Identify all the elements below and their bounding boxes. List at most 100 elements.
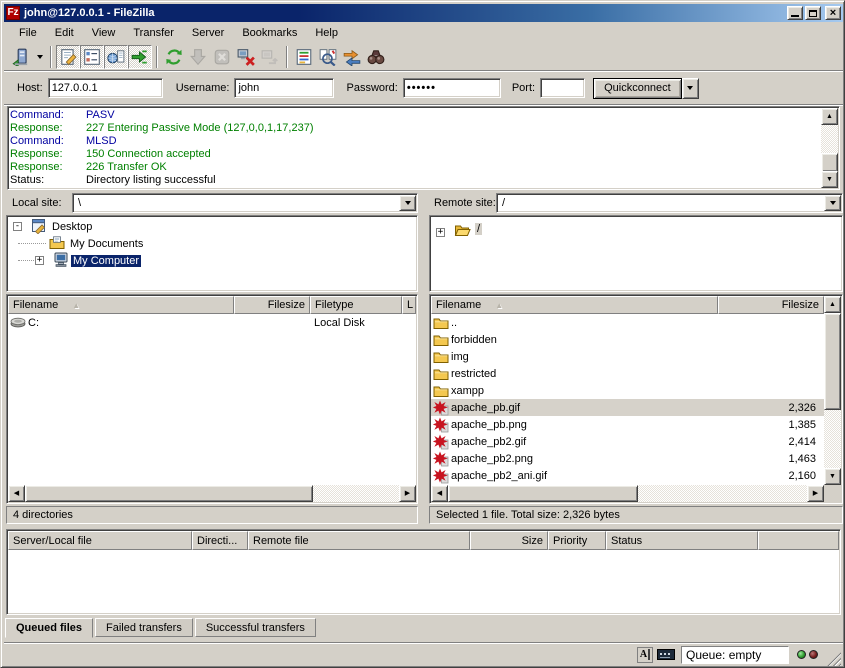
- file-row[interactable]: restricted: [431, 365, 824, 382]
- process-queue-button[interactable]: [186, 45, 210, 69]
- toggle-local-tree-button[interactable]: [80, 45, 104, 69]
- remote-v-scrollbar-thumb[interactable]: [824, 313, 841, 410]
- scroll-down-button[interactable]: ▼: [824, 468, 841, 485]
- file-row-c-drive[interactable]: C: Local Disk: [8, 314, 416, 331]
- scroll-right-button[interactable]: ▶: [399, 485, 416, 502]
- reconnect-icon: [261, 48, 279, 66]
- quickconnect-dropdown[interactable]: [682, 78, 699, 99]
- scroll-up-button[interactable]: ▲: [821, 108, 838, 125]
- file-row[interactable]: forbidden: [431, 331, 824, 348]
- column-header-size[interactable]: Size: [470, 531, 548, 550]
- close-button[interactable]: ×: [825, 6, 841, 20]
- find-files-button[interactable]: [364, 45, 388, 69]
- column-header-filename[interactable]: Filename▲: [8, 296, 234, 314]
- menu-server[interactable]: Server: [183, 25, 233, 41]
- column-header-filetype[interactable]: Filetype: [310, 296, 402, 314]
- column-header-server-local-file[interactable]: Server/Local file: [8, 531, 192, 550]
- scroll-right-button[interactable]: ▶: [807, 485, 824, 502]
- local-site-dropdown[interactable]: [399, 195, 416, 211]
- column-header-direction[interactable]: Directi...: [192, 531, 248, 550]
- log-label: Response:: [10, 161, 86, 174]
- tab-successful-transfers[interactable]: Successful transfers: [195, 618, 316, 637]
- password-input[interactable]: [403, 78, 501, 98]
- maximize-button[interactable]: [805, 6, 821, 20]
- resize-grip[interactable]: [827, 652, 841, 666]
- titlebar[interactable]: Fz john@127.0.0.1 - FileZilla ×: [4, 4, 843, 22]
- file-row[interactable]: apache_pb2.png1,463: [431, 450, 824, 467]
- log-label: Command:: [10, 135, 86, 148]
- scroll-up-button[interactable]: ▲: [824, 296, 841, 313]
- log-label: Response:: [10, 122, 86, 135]
- file-row[interactable]: apache_pb2.gif2,414: [431, 433, 824, 450]
- log-line: Response:227 Entering Passive Mode (127,…: [10, 122, 819, 135]
- maximize-icon: [809, 10, 817, 17]
- transfer-queue-icon: [131, 48, 149, 66]
- column-header-filename[interactable]: Filename▲: [431, 296, 718, 314]
- disconnect-button[interactable]: [234, 45, 258, 69]
- synchronized-browsing-button[interactable]: [340, 45, 364, 69]
- scroll-left-button[interactable]: ◀: [431, 485, 448, 502]
- remote-h-scrollbar-thumb[interactable]: [448, 485, 638, 502]
- scroll-down-button[interactable]: ▼: [821, 171, 838, 188]
- toggle-remote-tree-button[interactable]: [104, 45, 128, 69]
- log-scrollbar-thumb[interactable]: [821, 153, 838, 172]
- remote-h-scrollbar[interactable]: ◀ ▶: [431, 485, 824, 502]
- file-row[interactable]: img: [431, 348, 824, 365]
- directory-listing-filters-button[interactable]: [292, 45, 316, 69]
- menu-bookmarks[interactable]: Bookmarks: [233, 25, 306, 41]
- expand-expander[interactable]: +: [35, 256, 44, 265]
- tree-item-root[interactable]: + /: [430, 220, 842, 237]
- host-input[interactable]: [48, 78, 163, 98]
- column-header-priority[interactable]: Priority: [548, 531, 606, 550]
- tree-item-my-documents[interactable]: My Documents: [7, 235, 417, 252]
- column-header-status[interactable]: Status: [606, 531, 758, 550]
- scroll-up-icon: ▲: [826, 113, 833, 120]
- menu-view[interactable]: View: [83, 25, 125, 41]
- menu-edit[interactable]: Edit: [46, 25, 83, 41]
- column-header-filesize[interactable]: Filesize: [718, 296, 824, 314]
- tree-item-desktop[interactable]: - Desktop: [7, 218, 417, 235]
- menu-transfer[interactable]: Transfer: [124, 25, 183, 41]
- reconnect-button[interactable]: [258, 45, 282, 69]
- expand-expander[interactable]: +: [436, 228, 445, 237]
- file-row-selected[interactable]: apache_pb.gif2,326: [431, 399, 824, 416]
- refresh-button[interactable]: [162, 45, 186, 69]
- quickconnect-button[interactable]: Quickconnect: [593, 78, 682, 99]
- column-header-remote-file[interactable]: Remote file: [248, 531, 470, 550]
- file-name: forbidden: [451, 334, 718, 346]
- menu-help[interactable]: Help: [306, 25, 347, 41]
- remote-v-scrollbar[interactable]: ▲ ▼: [824, 296, 841, 485]
- tree-item-my-computer[interactable]: + My Computer: [7, 252, 417, 269]
- column-header-lastmodified[interactable]: L: [402, 296, 416, 314]
- directory-comparison-button[interactable]: [316, 45, 340, 69]
- toggle-message-log-button[interactable]: [56, 45, 80, 69]
- file-row[interactable]: ..: [431, 314, 824, 331]
- local-h-scrollbar-thumb[interactable]: [25, 485, 313, 502]
- file-row[interactable]: apache_pb2_ani.gif2,160: [431, 467, 824, 484]
- minimize-button[interactable]: [787, 6, 803, 20]
- quickconnect-bar: Host: Username: Password: Port: Quickcon…: [4, 72, 843, 105]
- column-label: Filesize: [268, 299, 305, 311]
- site-manager-button[interactable]: [9, 45, 33, 69]
- tab-queued-files[interactable]: Queued files: [5, 618, 93, 638]
- port-input[interactable]: [540, 78, 585, 98]
- cancel-operation-button[interactable]: [210, 45, 234, 69]
- local-h-scrollbar[interactable]: ◀ ▶: [8, 485, 416, 502]
- file-row[interactable]: apache_pb.png1,385: [431, 416, 824, 433]
- file-row[interactable]: xampp: [431, 382, 824, 399]
- scroll-left-button[interactable]: ◀: [8, 485, 25, 502]
- toggle-transfer-queue-button[interactable]: [128, 45, 152, 69]
- menu-file[interactable]: File: [10, 25, 46, 41]
- local-status-bar: 4 directories: [6, 506, 418, 524]
- local-site-combobox[interactable]: \: [72, 193, 418, 213]
- column-header-filesize[interactable]: Filesize: [234, 296, 310, 314]
- remote-site-combobox[interactable]: /: [496, 193, 843, 213]
- log-scrollbar[interactable]: ▲ ▼: [821, 108, 838, 188]
- collapse-expander[interactable]: -: [13, 222, 22, 231]
- username-input[interactable]: [234, 78, 334, 98]
- column-label: L: [407, 299, 413, 311]
- local-site-value: \: [73, 197, 417, 209]
- tab-failed-transfers[interactable]: Failed transfers: [95, 618, 193, 637]
- remote-site-dropdown[interactable]: [824, 195, 841, 211]
- site-manager-dropdown[interactable]: [33, 45, 46, 69]
